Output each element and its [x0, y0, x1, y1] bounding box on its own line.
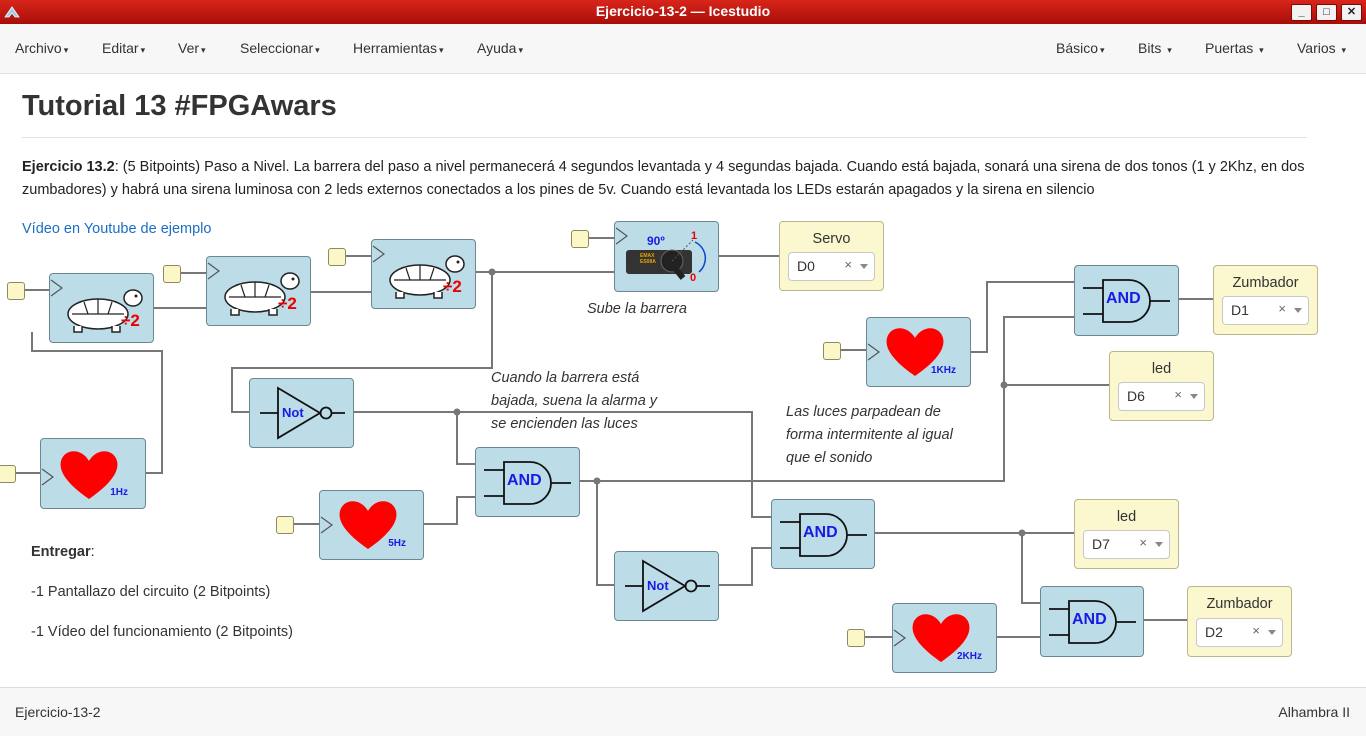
- servo-block[interactable]: 90º 1 0 EMAX ES08A: [614, 221, 719, 292]
- gate-label: AND: [1106, 290, 1141, 307]
- servo-brand-label: EMAX ES08A: [640, 253, 656, 265]
- divider-label: ÷2: [443, 277, 462, 296]
- pin-select[interactable]: D7 ×: [1083, 530, 1170, 559]
- pin-value: D0: [797, 258, 815, 274]
- chevron-down-icon[interactable]: [1155, 542, 1163, 547]
- and-gate[interactable]: AND: [475, 447, 580, 517]
- divider-block[interactable]: ÷2: [49, 273, 154, 343]
- divider-label: ÷2: [278, 294, 297, 313]
- turtle-icon: [207, 262, 300, 316]
- gate-label: Not: [647, 578, 669, 593]
- chevron-down-icon[interactable]: [860, 264, 868, 269]
- not-gate[interactable]: Not: [249, 378, 354, 448]
- divider-label: ÷2: [121, 311, 140, 330]
- chevron-down-icon[interactable]: [1268, 630, 1276, 635]
- and-gate[interactable]: AND: [1040, 586, 1144, 657]
- status-bar: Ejercicio-13-2 Alhambra II: [0, 687, 1366, 736]
- pin-value: D7: [1092, 536, 1110, 552]
- gate-label: AND: [803, 524, 838, 541]
- and-gate[interactable]: AND: [1074, 265, 1179, 336]
- servo-zero-label: 0: [690, 272, 697, 284]
- pin-value: D6: [1127, 388, 1145, 404]
- input-port[interactable]: [847, 629, 865, 647]
- chevron-down-icon[interactable]: [1294, 308, 1302, 313]
- gate-label: Not: [282, 405, 304, 420]
- servo-note: Sube la barrera: [587, 301, 687, 317]
- input-port[interactable]: [0, 465, 16, 483]
- deliver-item: -1 Pantallazo del circuito (2 Bitpoints): [31, 584, 271, 600]
- pin-select[interactable]: D6 ×: [1118, 382, 1205, 411]
- input-port[interactable]: [328, 248, 346, 266]
- not-gate[interactable]: Not: [614, 551, 719, 621]
- servo-angle-label: 90º: [647, 234, 665, 248]
- pin-value: D1: [1231, 302, 1249, 318]
- output-label: Zumbador: [1232, 275, 1299, 291]
- input-port[interactable]: [163, 265, 181, 283]
- pin-select[interactable]: D1 ×: [1222, 296, 1309, 325]
- pin-select[interactable]: D0 ×: [788, 252, 875, 281]
- pin-value: D2: [1205, 624, 1223, 640]
- turtle-icon: [372, 245, 465, 299]
- deliver-item: -1 Vídeo del funcionamiento (2 Bitpoints…: [31, 624, 293, 640]
- clear-icon[interactable]: ×: [1252, 623, 1260, 638]
- output-port-servo[interactable]: Servo D0 ×: [779, 221, 884, 291]
- output-label: Zumbador: [1206, 596, 1273, 612]
- and-gate[interactable]: AND: [771, 499, 875, 569]
- leds-note: Las luces parpadean de forma intermitente…: [786, 404, 953, 466]
- heartbeat-freq: 1Hz: [110, 487, 128, 498]
- output-port-zumbador[interactable]: Zumbador D2 ×: [1187, 586, 1292, 657]
- heart-icon: [320, 501, 397, 549]
- output-label: led: [1151, 361, 1172, 377]
- servo-icon: [615, 227, 707, 280]
- alarm-note: Cuando la barrera está bajada, suena la a…: [491, 370, 658, 432]
- output-port-led[interactable]: led D6 ×: [1109, 351, 1214, 421]
- output-port-zumbador[interactable]: Zumbador D1 ×: [1213, 265, 1318, 335]
- clear-icon[interactable]: ×: [844, 257, 852, 272]
- clear-icon[interactable]: ×: [1139, 535, 1147, 550]
- clear-icon[interactable]: ×: [1278, 301, 1286, 316]
- input-port[interactable]: [7, 282, 25, 300]
- input-port[interactable]: [823, 342, 841, 360]
- board-name[interactable]: Alhambra II: [1278, 704, 1350, 720]
- heartbeat-block[interactable]: 1Hz: [40, 438, 146, 509]
- pin-select[interactable]: D2 ×: [1196, 618, 1283, 647]
- servo-one-label: 1: [691, 230, 698, 242]
- input-port[interactable]: [571, 230, 589, 248]
- divider-block[interactable]: ÷2: [206, 256, 311, 326]
- gate-label: AND: [507, 472, 542, 489]
- heartbeat-freq: 2KHz: [956, 651, 982, 662]
- heart-icon: [41, 451, 118, 499]
- divider-block[interactable]: ÷2: [371, 239, 476, 309]
- output-port-led[interactable]: led D7 ×: [1074, 499, 1179, 569]
- project-name: Ejercicio-13-2: [15, 704, 101, 720]
- heartbeat-block[interactable]: 5Hz: [319, 490, 424, 560]
- heartbeat-block[interactable]: 1KHz: [866, 317, 971, 387]
- clear-icon[interactable]: ×: [1174, 387, 1182, 402]
- heartbeat-freq: 1KHz: [930, 365, 956, 376]
- gate-label: AND: [1072, 611, 1107, 628]
- heartbeat-block[interactable]: 2KHz: [892, 603, 997, 673]
- deliver-title: Entregar:: [31, 544, 95, 560]
- output-label: led: [1116, 509, 1137, 525]
- output-label: Servo: [812, 231, 851, 247]
- input-port[interactable]: [276, 516, 294, 534]
- chevron-down-icon[interactable]: [1190, 394, 1198, 399]
- turtle-icon: [50, 279, 143, 333]
- heartbeat-freq: 5Hz: [388, 538, 406, 549]
